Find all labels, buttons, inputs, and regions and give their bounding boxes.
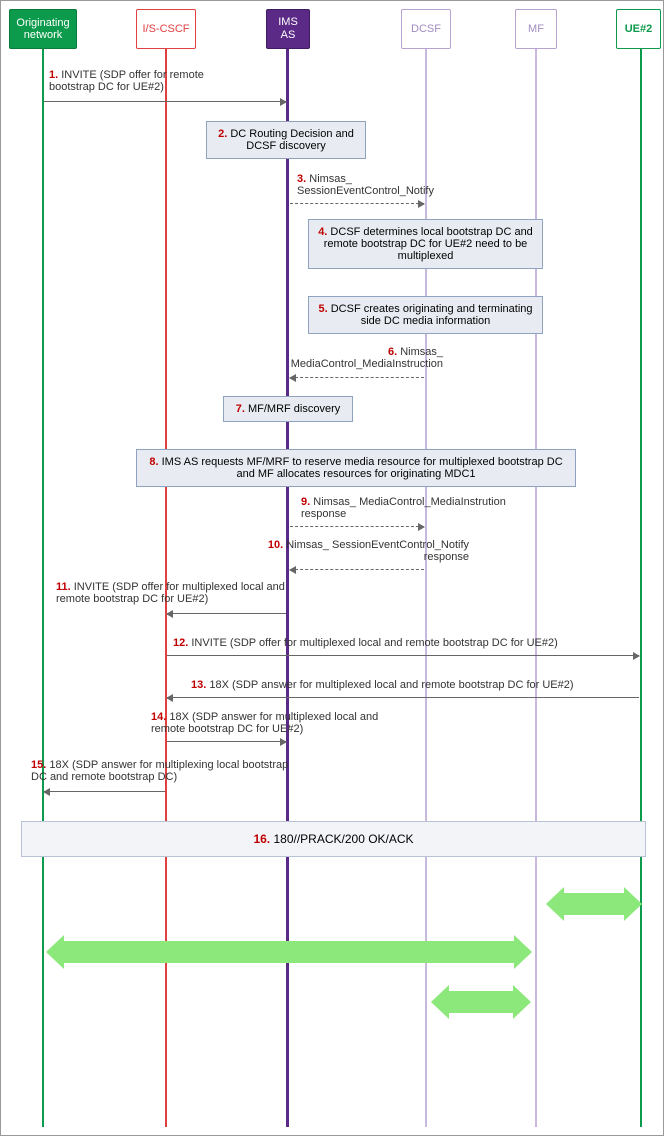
msg-1-label: 1. INVITE (SDP offer for remote bootstra… bbox=[49, 69, 229, 93]
lifeline-originating bbox=[42, 49, 44, 1127]
participant-ue2: UE#2 bbox=[616, 9, 661, 49]
msg-13-label: 13. 18X (SDP answer for multiplexed loca… bbox=[191, 679, 651, 691]
participant-imsas: IMS AS bbox=[266, 9, 310, 49]
msg-11-label: 11. INVITE (SDP offer for multiplexed lo… bbox=[56, 581, 296, 605]
msg-9-label: 9. Nimsas_ MediaControl_MediaInstrution … bbox=[301, 496, 541, 520]
flow-bar-mf-ue2 bbox=[564, 893, 624, 915]
msg-3-arrow bbox=[290, 203, 424, 204]
step-2-box: 2. DC Routing Decision and DCSF discover… bbox=[206, 121, 366, 159]
lifeline-ue2 bbox=[640, 49, 642, 1127]
msg-13-arrow bbox=[167, 697, 639, 698]
step-4-box: 4. DCSF determines local bootstrap DC an… bbox=[308, 219, 543, 269]
flow-bar-dcsf-mf bbox=[449, 991, 513, 1013]
step-7-box: 7. MF/MRF discovery bbox=[223, 396, 353, 422]
msg-3-label: 3. Nimsas_ SessionEventControl_Notify bbox=[297, 173, 457, 197]
step-16-box: 16. 180//PRACK/200 OK/ACK bbox=[21, 821, 646, 857]
msg-15-label: 15. 18X (SDP answer for multiplexing loc… bbox=[31, 759, 291, 783]
step-5-box: 5. DCSF creates originating and terminat… bbox=[308, 296, 543, 334]
participant-dcsf: DCSF bbox=[401, 9, 451, 49]
msg-10-arrow bbox=[290, 569, 424, 570]
participant-mf: MF bbox=[515, 9, 557, 49]
step-8-box: 8. IMS AS requests MF/MRF to reserve med… bbox=[136, 449, 576, 487]
flow-bar-orig-mf bbox=[64, 941, 514, 963]
participant-iscscf: I/S-CSCF bbox=[136, 9, 196, 49]
msg-14-label: 14. 18X (SDP answer for multiplexed loca… bbox=[151, 711, 411, 735]
lifeline-mf bbox=[535, 49, 537, 1127]
msg-15-arrow bbox=[44, 791, 165, 792]
lifeline-dcsf bbox=[425, 49, 427, 1127]
msg-14-arrow bbox=[167, 741, 286, 742]
participant-originating: Originating network bbox=[9, 9, 77, 49]
sequence-diagram: Originating network I/S-CSCF IMS AS DCSF… bbox=[0, 0, 664, 1136]
msg-6-label: 6. Nimsas_ MediaControl_MediaInstruction bbox=[243, 346, 443, 370]
msg-9-arrow bbox=[290, 526, 424, 527]
msg-1-arrow bbox=[44, 101, 286, 102]
msg-12-arrow bbox=[167, 655, 639, 656]
msg-11-arrow bbox=[167, 613, 286, 614]
msg-10-label: 10. Nimsas_ SessionEventControl_Notify r… bbox=[249, 539, 469, 563]
msg-12-label: 12. INVITE (SDP offer for multiplexed lo… bbox=[173, 637, 633, 649]
msg-6-arrow bbox=[290, 377, 424, 378]
